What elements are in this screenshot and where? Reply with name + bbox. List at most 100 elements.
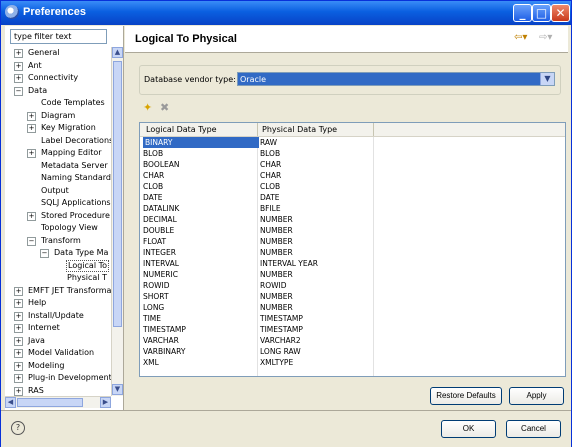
table-row[interactable]: BINARY RAW — [140, 137, 565, 148]
tree-item-label: Physical T — [67, 273, 107, 282]
cancel-button[interactable]: Cancel — [506, 420, 561, 438]
expand-icon[interactable]: + — [14, 49, 23, 58]
close-button[interactable]: ✕ — [551, 4, 570, 22]
tree-item-label: Modeling — [28, 360, 65, 370]
collapse-icon[interactable]: − — [14, 86, 23, 96]
physical-type-cell[interactable]: DATE — [260, 192, 280, 203]
physical-type-cell[interactable]: NUMBER — [260, 291, 293, 302]
chevron-down-icon[interactable]: ▼ — [540, 73, 554, 85]
tree-vertical-scrollbar[interactable]: ▲ ▼ — [111, 47, 123, 396]
physical-type-cell[interactable]: CHAR — [260, 170, 281, 181]
expand-icon[interactable]: + — [14, 311, 23, 321]
ok-button[interactable]: OK — [441, 420, 496, 438]
table-row[interactable]: TIMESTAMP TIMESTAMP — [140, 324, 565, 335]
table-body: BINARY RAW BLOB BLOB BOOLEAN CHAR CHAR CHAR CLOB… — [140, 137, 565, 368]
collapse-icon[interactable]: − — [27, 236, 36, 246]
table-row[interactable]: VARCHAR VARCHAR2 — [140, 335, 565, 346]
table-row[interactable]: LONG NUMBER — [140, 302, 565, 313]
logical-type-cell: ROWID — [143, 281, 170, 290]
expand-icon[interactable]: + — [14, 74, 23, 83]
table-row[interactable]: XML XMLTYPE — [140, 357, 565, 368]
table-row[interactable]: VARBINARY LONG RAW — [140, 346, 565, 357]
physical-type-cell[interactable]: BFILE — [260, 203, 281, 214]
table-row[interactable]: DATE DATE — [140, 192, 565, 203]
physical-type-cell[interactable]: RAW — [260, 137, 277, 148]
table-row[interactable]: DECIMAL NUMBER — [140, 214, 565, 225]
expand-icon[interactable]: + — [14, 299, 23, 308]
minimize-button[interactable]: _ — [513, 4, 532, 22]
scroll-thumb[interactable] — [113, 61, 122, 327]
table-row[interactable]: BLOB BLOB — [140, 148, 565, 159]
maximize-button[interactable]: □ — [532, 4, 551, 22]
delete-mapping-icon[interactable]: ✖ — [160, 101, 169, 114]
collapse-icon[interactable]: − — [40, 249, 49, 258]
table-row[interactable]: NUMERIC NUMBER — [140, 269, 565, 280]
forward-arrow-icon[interactable]: ⇨▾ — [539, 32, 552, 43]
expand-icon[interactable]: + — [14, 374, 23, 383]
physical-type-cell[interactable]: TIMESTAMP — [260, 324, 303, 335]
physical-type-cell[interactable]: NUMBER — [260, 247, 293, 258]
expand-icon[interactable]: + — [27, 111, 36, 121]
tree-item-label: Help — [28, 298, 47, 307]
expand-icon[interactable]: + — [14, 349, 23, 358]
expand-icon[interactable]: + — [14, 286, 23, 296]
physical-type-cell[interactable]: CHAR — [260, 159, 281, 170]
mapping-table: Logical Data Type Physical Data Type BIN… — [139, 122, 566, 377]
table-row[interactable]: CLOB CLOB — [140, 181, 565, 192]
help-icon[interactable]: ? — [11, 421, 25, 435]
physical-type-cell[interactable]: ROWID — [260, 280, 287, 291]
table-row[interactable]: DATALINK BFILE — [140, 203, 565, 214]
table-row[interactable]: TIME TIMESTAMP — [140, 313, 565, 324]
physical-type-cell[interactable]: TIMESTAMP — [260, 313, 303, 324]
column-header-logical[interactable]: Logical Data Type — [146, 123, 217, 136]
scroll-right-button[interactable]: ▶ — [100, 397, 111, 408]
physical-type-cell[interactable]: INTERVAL YEAR — [260, 258, 318, 269]
vendor-select[interactable]: Oracle ▼ — [237, 72, 555, 86]
back-arrow-icon[interactable]: ⇦▾ — [514, 32, 527, 43]
table-row[interactable]: BOOLEAN CHAR — [140, 159, 565, 170]
scroll-up-button[interactable]: ▲ — [112, 47, 123, 58]
hscroll-thumb[interactable] — [17, 398, 83, 407]
physical-type-cell[interactable]: NUMBER — [260, 236, 293, 247]
physical-type-cell[interactable]: NUMBER — [260, 214, 293, 225]
tree-horizontal-scrollbar[interactable]: ◀ ▶ — [5, 396, 111, 408]
physical-type-cell[interactable]: NUMBER — [260, 302, 293, 313]
logical-type-cell: CHAR — [143, 171, 165, 180]
table-row[interactable]: INTEGER NUMBER — [140, 247, 565, 258]
expand-icon[interactable]: + — [14, 361, 23, 371]
physical-type-cell[interactable]: XMLTYPE — [260, 357, 293, 368]
table-row[interactable]: DOUBLE NUMBER — [140, 225, 565, 236]
logical-type-cell: VARBINARY — [143, 347, 186, 356]
expand-icon[interactable]: + — [14, 386, 23, 396]
table-row[interactable]: SHORT NUMBER — [140, 291, 565, 302]
preferences-window: Preferences _ □ ✕ type filter text + Gene… — [0, 0, 572, 447]
table-row[interactable]: CHAR CHAR — [140, 170, 565, 181]
tree-item-label: Metadata Server — [41, 160, 108, 170]
filter-input[interactable]: type filter text — [10, 29, 107, 44]
apply-button[interactable]: Apply — [509, 387, 564, 405]
physical-type-cell[interactable]: VARCHAR2 — [260, 335, 301, 346]
tree-item-label: Logical To — [66, 259, 109, 272]
scroll-left-button[interactable]: ◀ — [5, 397, 16, 408]
logical-type-cell: DATALINK — [143, 204, 180, 213]
expand-icon[interactable]: + — [14, 336, 23, 346]
scroll-down-button[interactable]: ▼ — [112, 384, 123, 395]
tree-item-label: Output — [41, 185, 69, 195]
expand-icon[interactable]: + — [27, 124, 36, 133]
physical-type-cell[interactable]: CLOB — [260, 181, 280, 192]
physical-type-cell[interactable]: LONG RAW — [260, 346, 301, 357]
restore-defaults-button[interactable]: Restore Defaults — [430, 387, 502, 405]
expand-icon[interactable]: + — [14, 61, 23, 71]
table-row[interactable]: ROWID ROWID — [140, 280, 565, 291]
preference-page: Logical To Physical ⇦▾ ⇨▾ Database vendo… — [125, 26, 568, 410]
add-mapping-icon[interactable]: ✦ — [143, 101, 152, 114]
physical-type-cell[interactable]: NUMBER — [260, 225, 293, 236]
physical-type-cell[interactable]: BLOB — [260, 148, 280, 159]
expand-icon[interactable]: + — [27, 149, 36, 158]
expand-icon[interactable]: + — [14, 324, 23, 333]
physical-type-cell[interactable]: NUMBER — [260, 269, 293, 280]
table-row[interactable]: FLOAT NUMBER — [140, 236, 565, 247]
expand-icon[interactable]: + — [27, 211, 36, 221]
table-row[interactable]: INTERVAL INTERVAL YEAR — [140, 258, 565, 269]
column-header-physical[interactable]: Physical Data Type — [262, 123, 337, 136]
